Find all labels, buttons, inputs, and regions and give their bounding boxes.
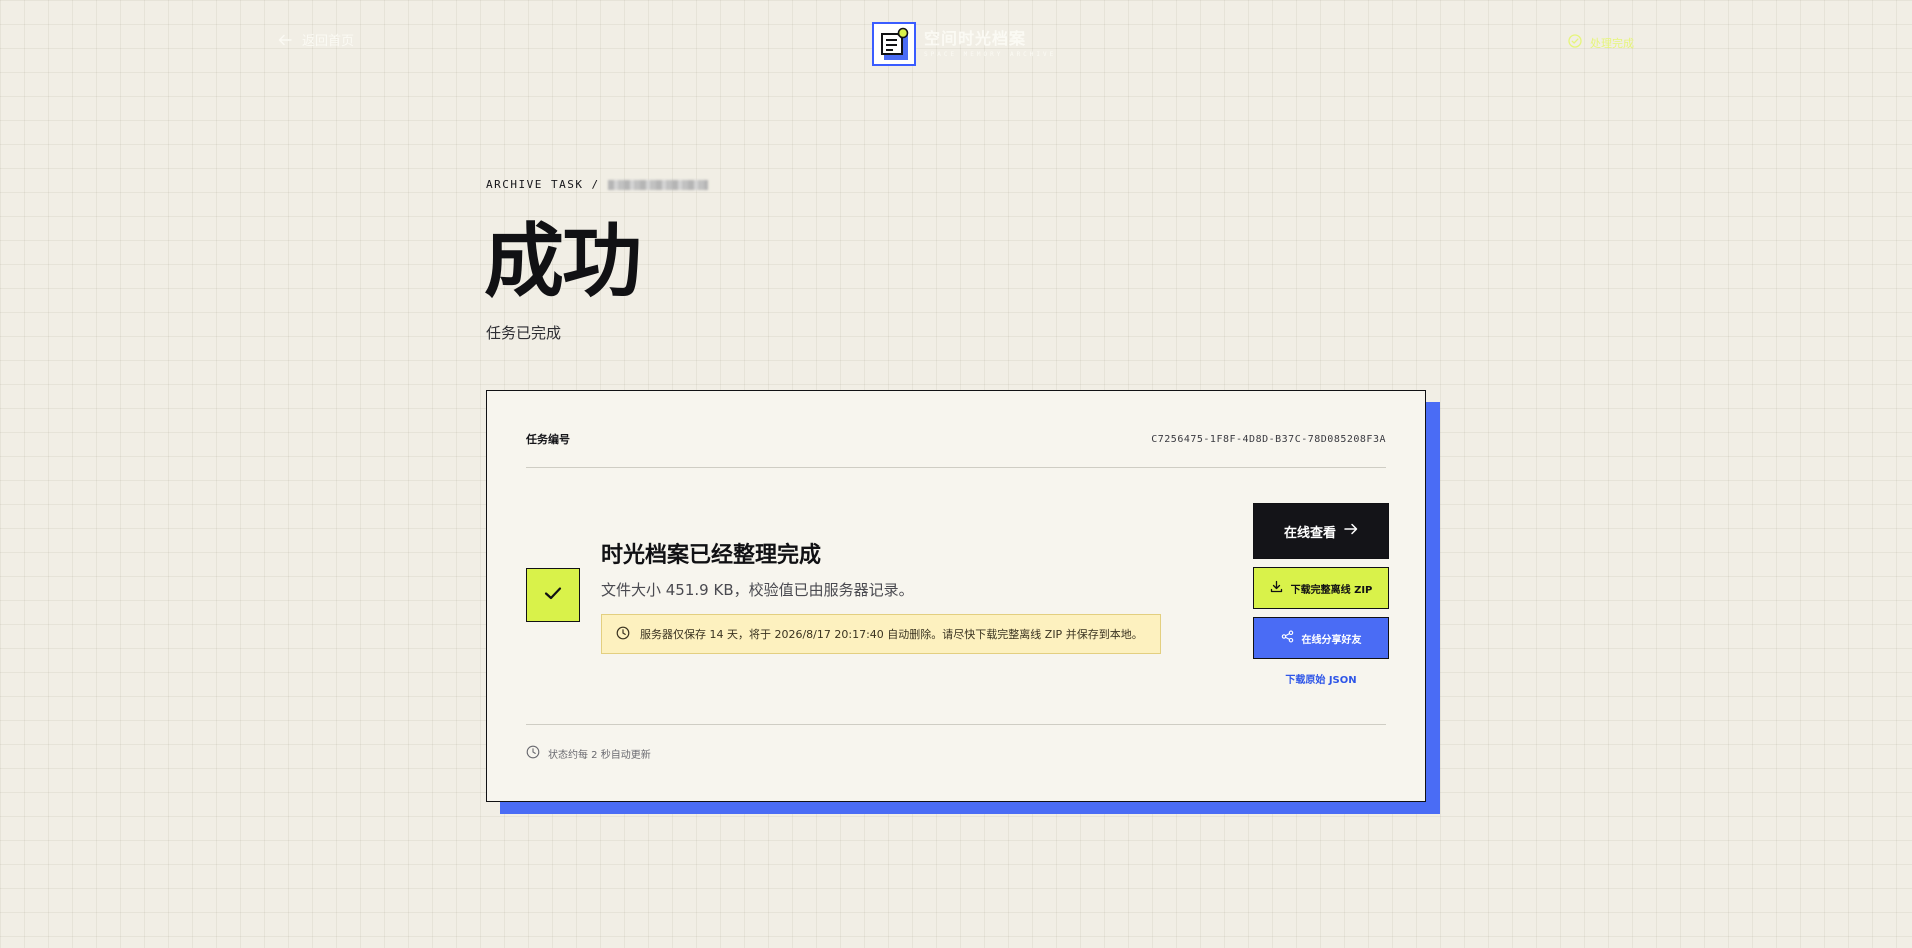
breadcrumb-prefix: ARCHIVE TASK [486, 178, 584, 191]
share-icon [1281, 630, 1294, 646]
download-zip-button[interactable]: 下载完整离线 ZIP [1253, 567, 1389, 609]
page-title: 成功 [484, 215, 642, 308]
page-subtitle: 任务已完成 [486, 324, 562, 342]
arrow-left-icon [278, 34, 292, 46]
task-id-value: C7256475-1F8F-4D8D-B37C-78D085208F3A [1151, 433, 1386, 445]
archive-note-icon [881, 27, 909, 60]
check-circle-icon [1568, 34, 1582, 51]
arrow-right-icon [1344, 523, 1358, 539]
task-id-label: 任务编号 [526, 433, 570, 446]
download-zip-label: 下载完整离线 ZIP [1290, 584, 1373, 596]
back-home-link[interactable]: 返回首页 [278, 30, 354, 49]
result-title: 时光档案已经整理完成 [601, 543, 822, 568]
share-button[interactable]: 在线分享好友 [1253, 617, 1389, 659]
brand[interactable]: 空间时光档案 SPACE MEMORY ARCHIVE [872, 22, 1056, 66]
view-online-button[interactable]: 在线查看 [1253, 503, 1389, 559]
status-badge: 处理完成 [1568, 34, 1634, 51]
clock-icon [616, 626, 630, 643]
download-json-link[interactable]: 下载原始 JSON [1253, 671, 1389, 686]
success-check-box [526, 568, 580, 622]
retention-notice-text: 服务器仅保存 14 天，将于 2026/8/17 20:17:40 自动删除。请… [640, 628, 1143, 641]
brand-name: 空间时光档案 [924, 28, 1027, 48]
action-panel: 在线查看 下载完整离线 ZIP 在线分享好友 下载原始 JSON [1253, 503, 1389, 686]
breadcrumb: ARCHIVE TASK / [486, 178, 708, 191]
retention-notice: 服务器仅保存 14 天，将于 2026/8/17 20:17:40 自动删除。请… [601, 614, 1161, 654]
top-bar: 返回首页 空间时光档案 SPACE MEMORY ARCHIVE 处理完成 [0, 0, 1912, 90]
clock-icon [526, 745, 540, 762]
card-footer: 状态约每 2 秒自动更新 [526, 724, 1386, 762]
check-icon [543, 585, 563, 605]
card-header: 任务编号 C7256475-1F8F-4D8D-B37C-78D085208F3… [526, 431, 1386, 468]
brand-logo [872, 22, 916, 66]
result-description: 文件大小 451.9 KB，校验值已由服务器记录。 [601, 581, 914, 599]
breadcrumb-separator: / [591, 178, 600, 191]
status-label: 处理完成 [1590, 36, 1634, 50]
share-label: 在线分享好友 [1301, 634, 1362, 646]
download-icon [1270, 580, 1283, 596]
auto-refresh-note: 状态约每 2 秒自动更新 [548, 750, 651, 761]
brand-tagline: SPACE MEMORY ARCHIVE [924, 50, 1057, 58]
redacted-task-name [607, 179, 708, 190]
result-card: 任务编号 C7256475-1F8F-4D8D-B37C-78D085208F3… [486, 390, 1426, 802]
back-home-label: 返回首页 [302, 34, 355, 49]
view-online-label: 在线查看 [1283, 525, 1336, 541]
